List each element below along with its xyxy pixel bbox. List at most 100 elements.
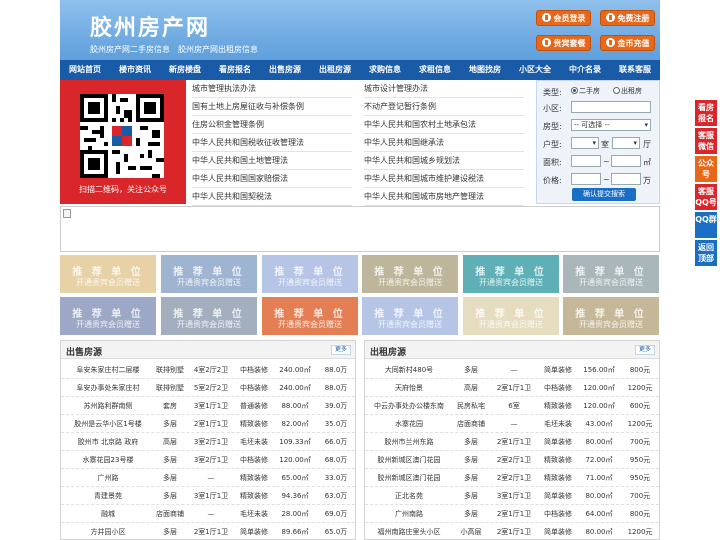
recommend-unit-slot[interactable]: 推 荐 单 位开通贵宾会员赠送 [362,297,458,335]
listing-name: 福州南路庄里头小区 [377,528,441,536]
listing-decor: 中档装修 [240,366,268,374]
listing-row[interactable]: 水寨花园 店面商铺 — 毛坯未装 43.00㎡ 1200元 [365,415,659,433]
register-button[interactable]: 免费注册 [600,10,655,26]
recommend-unit-slot[interactable]: 推 荐 单 位开通贵宾会员赠送 [60,297,156,335]
price-min-input[interactable] [571,173,601,185]
rent-more-link[interactable]: 更多 [634,345,655,355]
listing-row[interactable]: 正北名苑 多层 3室1厅1卫 简单装修 80.00㎡ 700元 [365,487,659,505]
listing-row[interactable]: 天府怡景 高层 2室1厅1卫 中档装修 120.00㎡ 1200元 [365,379,659,397]
site-header: 胶州房产网 胶州房产网二手房信息 胶州房产网出租房信息 会员登录 免费注册 贵宾… [60,0,660,60]
policy-link[interactable]: 国有土地上房屋征收与补偿条例 [192,98,352,116]
policy-link[interactable]: 中华人民共和国土地管理法 [192,152,352,170]
nav-map-search[interactable]: 地图找房 [460,60,510,80]
listing-row[interactable]: 中云办事处办公楼东南 民房私宅 6室 精致装修 120.00㎡ 600元 [365,397,659,415]
nav-agencies[interactable]: 中介名录 [560,60,610,80]
policy-link[interactable]: 中华人民共和国契税法 [192,188,352,206]
listing-row[interactable]: 胶州市兰州东路 多层 2室1厅1卫 简单装修 80.00㎡ 700元 [365,433,659,451]
policy-link[interactable]: 中华人民共和国城乡规划法 [364,152,524,170]
nav-contact[interactable]: 联系客服 [610,60,660,80]
sale-more-link[interactable]: 更多 [330,345,351,355]
type-rental-radio[interactable]: 出租房 [613,86,642,96]
policy-link[interactable]: 住房公积金管理条例 [192,116,352,134]
listing-row[interactable]: 水寨花园23号楼 多层 3室2厅1卫 中档装修 120.00㎡ 68.0万 [61,451,355,469]
listing-row[interactable]: 大同新村480号 多层 — 简单装修 156.00㎡ 800元 [365,361,659,379]
vip-package-button[interactable]: 贵宾套餐 [536,35,591,51]
area-min-input[interactable] [571,155,601,167]
recommend-unit-slot[interactable]: 推 荐 单 位开通贵宾会员赠送 [161,297,257,335]
policy-link[interactable]: 城市管理执法办法 [192,80,352,98]
policy-link[interactable]: 城市设计管理办法 [364,80,524,98]
rooms-select[interactable]: ▾ [571,137,599,149]
nav-communities[interactable]: 小区大全 [510,60,560,80]
listing-decor: 简单装修 [544,366,572,374]
listing-row[interactable]: 方井园小区 多层 2室1厅1卫 简单装修 89.66㎡ 65.0万 [61,523,355,539]
policy-link[interactable]: 中华人民共和国城市维护建设税法 [364,170,524,188]
search-submit-button[interactable]: 确认提交搜索 [572,188,636,201]
listing-row[interactable]: 胶州市 北京路 政府 高层 3室2厅1卫 毛坯未装 109.33㎡ 66.0万 [61,433,355,451]
type-secondhand-radio[interactable]: 二手房 [571,86,600,96]
ad-banner[interactable] [60,206,660,252]
nav-home[interactable]: 网站首页 [60,60,110,80]
viewing-signup-tab[interactable]: 看房报名 [695,100,717,126]
official-account-tab[interactable]: 公众号 [695,156,717,182]
listing-row[interactable]: 胶州新城区澳门花园 多层 2室2厅1卫 精致装修 72.00㎡ 950元 [365,451,659,469]
recommend-unit-slot[interactable]: 推 荐 单 位开通贵宾会员赠送 [563,255,659,293]
listing-layout: 2室1厅1卫 [496,528,532,536]
nav-viewing-signup[interactable]: 看房报名 [210,60,260,80]
listing-row[interactable]: 广州路 多层 — 精致装修 65.00㎡ 33.0万 [61,469,355,487]
listing-price: 1200元 [627,384,653,392]
listing-price: 35.0万 [324,420,348,428]
policy-link[interactable]: 中华人民共和国城市房地产管理法 [364,188,524,206]
nav-news[interactable]: 楼市资讯 [110,60,160,80]
site-logo[interactable]: 胶州房产网 [90,10,210,42]
listing-price: 950元 [629,456,651,464]
listing-row[interactable]: 阜安朱家庄村二层楼 联排别墅 4室2厅2卫 中档装修 240.00㎡ 88.0万 [61,361,355,379]
listing-type: 店面商铺 [156,510,184,518]
room-select[interactable]: -- 可选择 -- ▾ [571,119,651,131]
recommend-unit-slot[interactable]: 推 荐 单 位开通贵宾会员赠送 [563,297,659,335]
recommend-unit-slot[interactable]: 推 荐 单 位开通贵宾会员赠送 [463,297,559,335]
recommend-unit-title: 推 荐 单 位 [374,267,446,278]
nav-wanted-buy[interactable]: 求购信息 [360,60,410,80]
policy-link[interactable]: 中华人民共和国税收征收管理法 [192,134,352,152]
listing-row[interactable]: 苏州路利群南侧 套房 3室1厅1卫 普通装修 88.00㎡ 39.0万 [61,397,355,415]
nav-wanted-rent[interactable]: 求租信息 [410,60,460,80]
back-to-top-tab[interactable]: 返回顶部 [695,240,717,266]
area-max-input[interactable] [611,155,641,167]
recommend-unit-slot[interactable]: 推 荐 单 位开通贵宾会员赠送 [161,255,257,293]
nav-for-sale[interactable]: 出售房源 [260,60,310,80]
listing-row[interactable]: 福州南路庄里头小区 小高层 2室1厅1卫 简单装修 80.00㎡ 1200元 [365,523,659,539]
area-range-sep: ~ [603,157,610,166]
listing-row[interactable]: 阜安办事处朱家庄村 联排别墅 5室2厅2卫 中档装修 240.00㎡ 88.0万 [61,379,355,397]
qq-group-tab[interactable]: QQ群 [695,212,717,238]
nav-new-homes[interactable]: 新房楼盘 [160,60,210,80]
recommend-unit-slot[interactable]: 推 荐 单 位开通贵宾会员赠送 [262,297,358,335]
price-max-input[interactable] [611,173,641,185]
listing-row[interactable]: 胶州新城区澳门花园 多层 2室2厅1卫 精致装修 71.00㎡ 950元 [365,469,659,487]
recommend-unit-slot[interactable]: 推 荐 单 位开通贵宾会员赠送 [262,255,358,293]
listing-row[interactable]: 青建景苑 多层 3室1厅1卫 精致装修 94.36㎡ 63.0万 [61,487,355,505]
recommend-unit-title: 推 荐 单 位 [274,309,346,320]
recommend-unit-title: 推 荐 单 位 [374,309,446,320]
recommend-unit-slot[interactable]: 推 荐 单 位开通贵宾会员赠送 [362,255,458,293]
policy-link[interactable]: 中华人民共和国国家赔偿法 [192,170,352,188]
listing-name: 天府怡景 [395,384,423,392]
policy-link[interactable]: 不动产登记暂行条例 [364,98,524,116]
nav-for-rent[interactable]: 出租房源 [310,60,360,80]
policy-link[interactable]: 中华人民共和国继承法 [364,134,524,152]
policy-link[interactable]: 中华人民共和国农村土地承包法 [364,116,524,134]
service-wechat-tab[interactable]: 客服微信 [695,128,717,154]
recommend-unit-slot[interactable]: 推 荐 单 位开通贵宾会员赠送 [463,255,559,293]
listing-area: 43.00㎡ [585,420,613,428]
halls-select[interactable]: ▾ [612,137,640,149]
community-input[interactable] [571,101,651,113]
listing-row[interactable]: 融城 店面商铺 — 毛坯未装 28.00㎡ 69.0万 [61,505,355,523]
recommend-unit-slot[interactable]: 推 荐 单 位开通贵宾会员赠送 [60,255,156,293]
listing-row[interactable]: 广州南路 多层 2室1厅1卫 中档装修 64.00㎡ 800元 [365,505,659,523]
service-qq-tab[interactable]: 客服QQ号 [695,184,717,210]
recommend-unit-title: 推 荐 单 位 [575,309,647,320]
login-button[interactable]: 会员登录 [536,10,591,26]
coin-recharge-button[interactable]: 金币充值 [600,35,655,51]
listing-row[interactable]: 胶州是云华小区1号楼 多层 2室1厅1卫 精致装修 82.00㎡ 35.0万 [61,415,355,433]
recommend-unit-subtitle: 开通贵宾会员赠送 [378,278,442,287]
